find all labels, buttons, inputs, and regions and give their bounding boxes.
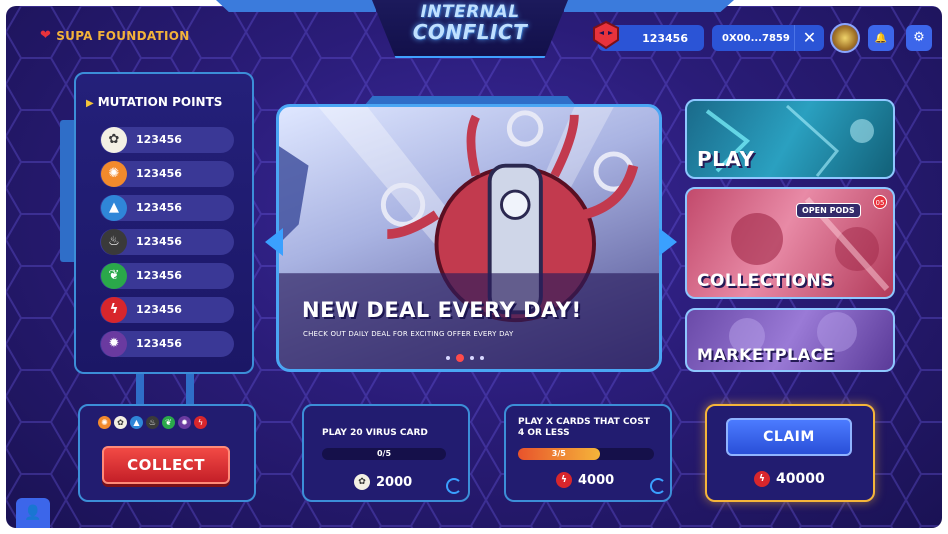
leaf-virus-icon: ❦ — [162, 416, 175, 429]
game-title: INTERNAL CONFLICT — [372, 2, 568, 44]
mutation-row: ✹ 123456 — [100, 331, 234, 357]
mutation-value: 123456 — [136, 133, 182, 146]
collect-button[interactable]: COLLECT — [102, 446, 230, 484]
sun-virus-icon: ✺ — [98, 416, 111, 429]
quest-progress-text: 0/5 — [376, 449, 392, 458]
quest-reward: ϟ 4000 — [556, 472, 614, 488]
play-card[interactable]: PLAY — [685, 99, 895, 179]
quest-title: PLAY 20 VIRUS CARD — [322, 428, 428, 438]
claim-reward-value: 40000 — [776, 471, 825, 487]
carousel-dot[interactable] — [480, 356, 484, 360]
game-title-line1: INTERNAL — [420, 2, 520, 22]
triangle-bullet-icon: ▶ — [86, 98, 94, 109]
mutation-row: ▲ 123456 — [100, 195, 234, 221]
play-label: PLAY — [697, 147, 755, 171]
gear-icon: ⚙ — [913, 30, 925, 45]
lotus-icon: ✿ — [114, 416, 127, 429]
flame-virus-icon: ♨ — [101, 229, 127, 255]
mutation-row: ϟ 123456 — [100, 297, 234, 323]
mutation-value: 123456 — [136, 201, 182, 214]
mutation-title-text: MUTATION POINTS — [97, 95, 223, 109]
friends-button[interactable]: 👤 — [16, 498, 50, 528]
spider-virus-icon: ✹ — [101, 331, 127, 357]
mutation-row: ✿ 123456 — [100, 127, 234, 153]
carousel-dot[interactable] — [446, 356, 450, 360]
mutation-value: 123456 — [136, 269, 182, 282]
mutation-row: ♨ 123456 — [100, 229, 234, 255]
mutation-row: ❦ 123456 — [100, 263, 234, 289]
carousel-dot[interactable] — [470, 356, 474, 360]
sun-virus-icon: ✺ — [101, 161, 127, 187]
banner-headline: NEW DEAL EVERY DAY! — [302, 298, 582, 322]
brand-logo[interactable]: ❤ SUPA FOUNDATION — [40, 28, 190, 43]
bolt-virus-icon: ϟ — [556, 472, 572, 488]
open-pods-button[interactable]: OPEN PODS — [796, 203, 861, 218]
quest-progress-text: 3/5 — [551, 449, 566, 458]
leaf-virus-icon: ❦ — [101, 263, 127, 289]
mutation-points-title: ▶ MUTATION POINTS — [86, 95, 222, 109]
settings-button[interactable]: ⚙ — [906, 25, 932, 51]
flame-virus-icon: ♨ — [146, 416, 159, 429]
user-icon: 👤 — [24, 505, 42, 521]
carousel-prev-arrow[interactable] — [265, 228, 283, 256]
quest-progress-bar: 3/5 — [518, 448, 654, 460]
disconnect-wallet-button[interactable]: ✕ — [794, 25, 824, 51]
mutation-value: 123456 — [136, 337, 182, 350]
triangle-virus-icon: ▲ — [130, 416, 143, 429]
mutation-points-panel — [74, 72, 254, 374]
lotus-icon: ✿ — [354, 474, 370, 490]
claim-reward: ϟ 40000 — [754, 471, 825, 487]
carousel-next-arrow[interactable] — [659, 228, 677, 256]
bolt-virus-icon: ϟ — [194, 416, 207, 429]
lotus-icon: ✿ — [101, 127, 127, 153]
quest-reward-value: 4000 — [578, 472, 615, 488]
mutation-value: 123456 — [136, 235, 182, 248]
quest-reward: ✿ 2000 — [354, 474, 412, 490]
avatar[interactable] — [830, 23, 860, 53]
mutation-value: 123456 — [136, 303, 182, 316]
collections-card[interactable]: COLLECTIONS — [685, 187, 895, 299]
carousel-dots — [446, 354, 484, 362]
mutation-row: ✺ 123456 — [100, 161, 234, 187]
header-wing-left — [216, 0, 376, 12]
refresh-icon[interactable] — [446, 478, 462, 494]
collections-label: COLLECTIONS — [697, 271, 835, 291]
banner-subtext: CHECK OUT DAILY DEAL FOR EXCITING OFFER … — [303, 330, 514, 338]
mutation-value: 123456 — [136, 167, 182, 180]
refresh-icon[interactable] — [650, 478, 666, 494]
brand-name: SUPA FOUNDATION — [56, 28, 190, 43]
header-wing-right — [564, 0, 734, 12]
bolt-virus-icon: ϟ — [754, 471, 770, 487]
notifications-button[interactable]: 🔔 — [868, 25, 894, 51]
carousel-dot-active[interactable] — [456, 354, 464, 362]
spider-virus-icon: ✹ — [178, 416, 191, 429]
quest-title: PLAY X CARDS THAT COST 4 OR LESS — [518, 417, 650, 438]
marketplace-card[interactable]: MARKETPLACE — [685, 308, 895, 372]
game-title-line2: CONFLICT — [412, 20, 528, 44]
bell-icon: 🔔 — [874, 33, 888, 44]
mutation-icon-row: ✺ ✿ ▲ ♨ ❦ ✹ ϟ — [98, 416, 207, 429]
red-gem-icon — [593, 20, 619, 50]
quest-progress-bar: 0/5 — [322, 448, 446, 460]
heart-icon: ❤ — [40, 28, 52, 43]
wallet-address: 0X00...7859 — [722, 32, 790, 44]
bolt-virus-icon: ϟ — [101, 297, 127, 323]
claim-button[interactable]: CLAIM — [726, 418, 852, 456]
quest-reward-value: 2000 — [376, 474, 413, 490]
triangle-virus-icon: ▲ — [101, 195, 127, 221]
open-pods-count-badge: 05 — [873, 195, 887, 209]
marketplace-label: MARKETPLACE — [697, 345, 835, 364]
gem-balance: 123456 — [642, 31, 688, 45]
